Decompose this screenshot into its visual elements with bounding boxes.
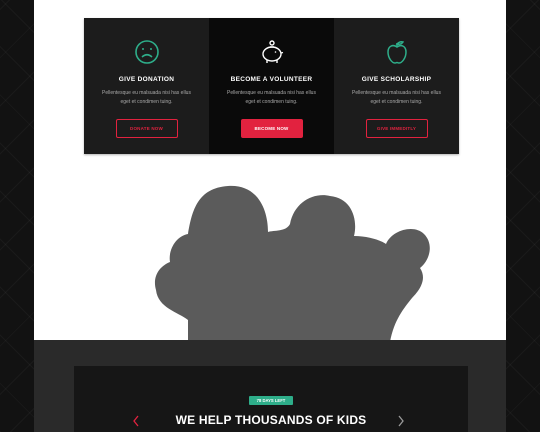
become-now-button[interactable]: BECOME NOW (240, 119, 303, 138)
days-left-badge: 78 DAYS LEFT (249, 396, 293, 405)
card-become-volunteer: BECOME A VOLUNTEER Pellentesque eu malsu… (209, 18, 334, 154)
card-title: GIVE SCHOLARSHIP (361, 76, 432, 83)
donate-now-button[interactable]: DONATE NOW (115, 119, 178, 138)
piggy-bank-icon (258, 38, 286, 66)
page-container: GIVE DONATION Pellentesque eu malsuada n… (34, 0, 506, 432)
sad-face-icon (133, 38, 161, 66)
give-immediately-button[interactable]: GIVE IMMEDITLY (365, 119, 428, 138)
kids-banner: 78 DAYS LEFT WE HELP THOUSANDS OF KIDS (74, 366, 468, 432)
card-give-scholarship: GIVE SCHOLARSHIP Pellentesque eu malsuad… (334, 18, 459, 154)
card-give-donation: GIVE DONATION Pellentesque eu malsuada n… (84, 18, 209, 154)
card-title: GIVE DONATION (118, 76, 175, 83)
kids-silhouette-image (154, 185, 430, 342)
banner-headline: WE HELP THOUSANDS OF KIDS (175, 413, 367, 427)
card-description: Pellentesque eu malsuada nisi has ellus … (102, 90, 191, 105)
card-title: BECOME A VOLUNTEER (230, 76, 313, 83)
bottom-section: 78 DAYS LEFT WE HELP THOUSANDS OF KIDS (34, 340, 506, 432)
card-description: Pellentesque eu malsuada nisi has ellus … (227, 90, 316, 105)
apple-icon (383, 38, 411, 66)
card-description: Pellentesque eu malsuada nisi has ellus … (352, 90, 441, 105)
chevron-right-icon[interactable] (396, 414, 406, 428)
action-cards: GIVE DONATION Pellentesque eu malsuada n… (84, 18, 459, 154)
